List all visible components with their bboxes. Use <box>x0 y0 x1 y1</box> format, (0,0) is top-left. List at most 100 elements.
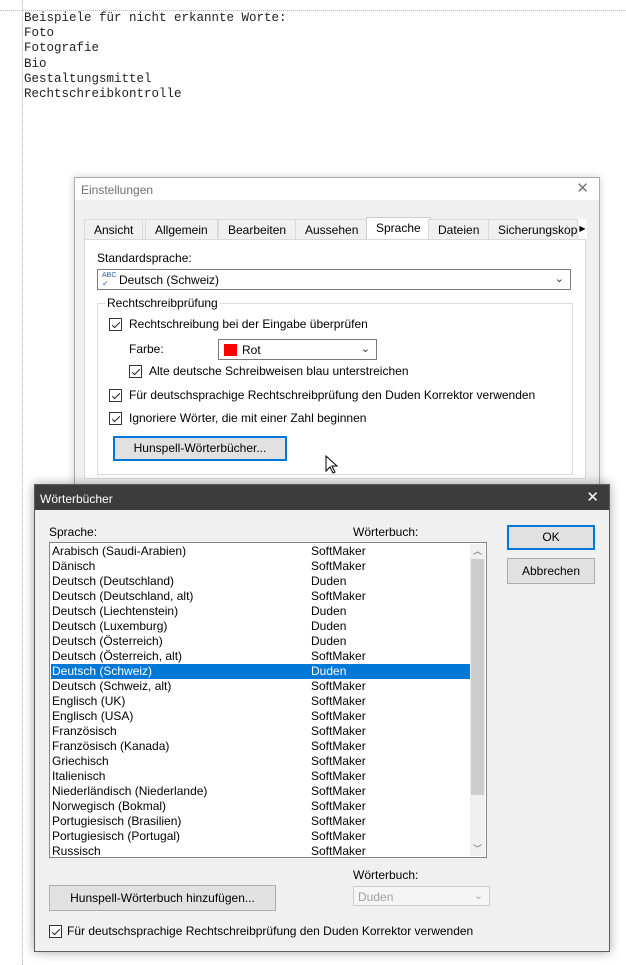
duden-checkbox[interactable] <box>49 925 62 938</box>
document-line: Rechtschreibkontrolle <box>24 87 182 102</box>
tab-allgemein[interactable]: Allgemein <box>145 219 218 239</box>
language-column-header: Sprache: <box>49 525 98 539</box>
list-item-dictionary: SoftMaker <box>311 784 366 798</box>
list-item[interactable]: Deutsch (Österreich, alt) SoftMaker <box>51 649 471 664</box>
document-line: Foto <box>24 26 55 41</box>
list-item-dictionary: SoftMaker <box>311 559 366 573</box>
red-color-swatch <box>224 344 237 356</box>
list-item-dictionary: SoftMaker <box>311 739 366 753</box>
old-spellings-checkbox[interactable] <box>129 365 142 378</box>
list-item[interactable]: Französisch SoftMaker <box>51 724 471 739</box>
list-item-language: Französisch (Kanada) <box>52 739 170 753</box>
list-item[interactable]: Englisch (USA) SoftMaker <box>51 709 471 724</box>
list-item-dictionary: SoftMaker <box>311 754 366 768</box>
tab-scroll-right-icon[interactable]: ▶ <box>578 219 587 239</box>
tab-ansicht[interactable]: Ansicht <box>84 219 144 239</box>
list-item-dictionary: SoftMaker <box>311 544 366 558</box>
tab-dateien[interactable]: Dateien <box>428 219 490 239</box>
list-item-dictionary: SoftMaker <box>311 589 366 603</box>
hunspell-dictionaries-button[interactable]: Hunspell-Wörterbücher... <box>113 436 287 461</box>
list-item[interactable]: Italienisch SoftMaker <box>51 769 471 784</box>
check-on-input-checkbox[interactable] <box>109 318 122 331</box>
check-small-icon: ✓ <box>102 279 109 288</box>
spellcheck-groupbox: Rechtschreibprüfung Rechtschreibung bei … <box>97 296 573 475</box>
list-item-language: Englisch (USA) <box>52 709 134 723</box>
list-item-language: Dänisch <box>52 559 96 573</box>
ignore-numbers-label: Ignoriere Wörter, die mit einer Zahl beg… <box>129 411 367 425</box>
cancel-button[interactable]: Abbrechen <box>507 558 595 584</box>
ignore-numbers-checkbox[interactable] <box>109 412 122 425</box>
list-item[interactable]: Deutsch (Deutschland) Duden <box>51 574 471 589</box>
list-item[interactable]: Dänisch SoftMaker <box>51 559 471 574</box>
list-item[interactable]: Arabisch (Saudi-Arabien) SoftMaker <box>51 544 471 559</box>
dictionary-value: Duden <box>358 890 394 904</box>
list-item[interactable]: Niederländisch (Niederlande) SoftMaker <box>51 784 471 799</box>
list-item-dictionary: SoftMaker <box>311 844 366 858</box>
settings-title: Einstellungen <box>81 183 154 197</box>
duden-checkbox[interactable] <box>109 389 122 402</box>
duden-label: Für deutschsprachige Rechtschreibprüfung… <box>129 388 536 402</box>
list-item[interactable]: Deutsch (Liechtenstein) Duden <box>51 604 471 619</box>
list-item-dictionary: Duden <box>311 604 347 618</box>
list-item[interactable]: Deutsch (Schweiz) Duden <box>51 664 471 679</box>
list-item[interactable]: Deutsch (Österreich) Duden <box>51 634 471 649</box>
chevron-down-icon: ⌄ <box>473 890 483 902</box>
chevron-down-icon: ⌄ <box>360 343 370 355</box>
color-label: Farbe: <box>129 342 164 356</box>
old-spellings-label: Alte deutsche Schreibweisen blau unterst… <box>149 364 409 378</box>
close-icon[interactable]: ✕ <box>586 490 599 505</box>
list-item[interactable]: Russisch SoftMaker <box>51 844 471 858</box>
ok-button[interactable]: OK <box>507 525 595 550</box>
document-line: Bio <box>24 56 47 71</box>
tab-sprache[interactable]: Sprache <box>366 217 431 240</box>
document-line: Beispiele für nicht erkannte Worte: <box>24 11 287 25</box>
add-hunspell-dictionary-button[interactable]: Hunspell-Wörterbuch hinzufügen... <box>49 885 276 911</box>
list-item[interactable]: Deutsch (Schweiz, alt) SoftMaker <box>51 679 471 694</box>
list-item-language: Arabisch (Saudi-Arabien) <box>52 544 187 558</box>
close-icon[interactable]: ✕ <box>576 181 589 196</box>
list-item-dictionary: Duden <box>311 634 347 648</box>
list-item-dictionary: SoftMaker <box>311 814 366 828</box>
tab-aussehen[interactable]: Aussehen <box>295 219 369 239</box>
tab-sicherungskopien[interactable]: Sicherungskop <box>488 219 578 239</box>
list-item[interactable]: Portugiesisch (Portugal) SoftMaker <box>51 829 471 844</box>
list-item[interactable]: Englisch (UK) SoftMaker <box>51 694 471 709</box>
list-item-language: Deutsch (Liechtenstein) <box>52 604 179 618</box>
spellcheck-group-title: Rechtschreibprüfung <box>105 296 220 310</box>
tab-bearbeiten[interactable]: Bearbeiten <box>218 219 297 239</box>
list-item-dictionary: Duden <box>311 619 347 633</box>
list-item[interactable]: Portugiesisch (Brasilien) SoftMaker <box>51 814 471 829</box>
mouse-pointer-icon <box>325 455 339 474</box>
list-item[interactable]: Griechisch SoftMaker <box>51 754 471 769</box>
dictionaries-dialog: Wörterbücher ✕ Sprache: Wörterbuch: Arab… <box>34 484 610 952</box>
scroll-down-icon[interactable]: ﹀ <box>470 842 485 856</box>
list-item-language: Deutsch (Österreich) <box>52 634 163 648</box>
list-item[interactable]: Norwegisch (Bokmal) SoftMaker <box>51 799 471 814</box>
document-line: Gestaltungsmittel <box>24 71 152 86</box>
color-value: Rot <box>242 343 261 357</box>
list-scrollbar[interactable]: ︿ ﹀ <box>470 544 485 856</box>
chevron-down-icon: ⌄ <box>554 273 564 285</box>
list-item-dictionary: SoftMaker <box>311 649 366 663</box>
list-item-dictionary: SoftMaker <box>311 679 366 693</box>
color-combo[interactable]: Rot ⌄ <box>218 339 377 360</box>
list-item-dictionary: SoftMaker <box>311 799 366 813</box>
list-item[interactable]: Deutsch (Deutschland, alt) SoftMaker <box>51 589 471 604</box>
list-item-language: Englisch (UK) <box>52 694 126 708</box>
list-item-dictionary: Duden <box>311 664 347 678</box>
page-margin-guide-left <box>22 0 23 965</box>
dictionaries-list[interactable]: Arabisch (Saudi-Arabien) SoftMaker Dänisch… <box>49 542 487 858</box>
list-item-language: Französisch <box>52 724 117 738</box>
list-item[interactable]: Französisch (Kanada) SoftMaker <box>51 739 471 754</box>
list-item-language: Portugiesisch (Brasilien) <box>52 814 182 828</box>
list-item[interactable]: Deutsch (Luxemburg) Duden <box>51 619 471 634</box>
list-item-language: Niederländisch (Niederlande) <box>52 784 208 798</box>
standard-language-combo[interactable]: ABC ✓ Deutsch (Schweiz) ⌄ <box>97 269 571 290</box>
list-item-language: Russisch <box>52 844 101 858</box>
settings-titlebar: Einstellungen ✕ <box>75 178 599 200</box>
document-text[interactable]: Beispiele für nicht erkannte Worte: Foto… <box>24 11 287 102</box>
standard-language-label: Standardsprache: <box>97 251 192 265</box>
scrollbar-thumb[interactable] <box>471 559 484 795</box>
scroll-up-icon[interactable]: ︿ <box>470 544 485 558</box>
dictionary-combo[interactable]: Duden ⌄ <box>353 886 490 906</box>
